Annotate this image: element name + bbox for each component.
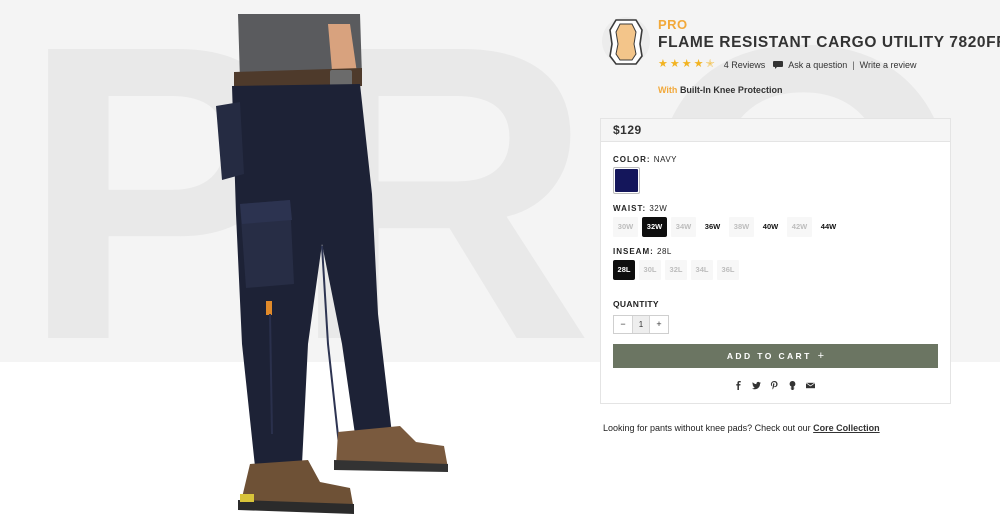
pinterest-icon[interactable] — [770, 381, 779, 390]
star-icon: ★ — [669, 58, 680, 70]
waist-option[interactable]: 42W — [787, 217, 812, 237]
waist-option[interactable]: 36W — [700, 217, 725, 237]
swatch-fill — [615, 169, 638, 192]
footer-text: Looking for pants without knee pads? Che… — [603, 423, 811, 433]
waist-value: 32W — [649, 204, 668, 213]
email-icon[interactable] — [806, 381, 815, 390]
plus-icon: + — [817, 350, 825, 362]
waist-option[interactable]: 44W — [816, 217, 841, 237]
feature-line: With Built-In Knee Protection — [658, 85, 782, 95]
rating-row: ★ ★ ★ ★ ✭ 4 Reviews Ask a question | Wri… — [658, 59, 916, 70]
quantity-decrease-button[interactable]: − — [614, 316, 632, 333]
facebook-icon[interactable] — [734, 381, 743, 390]
inseam-value: 28L — [657, 247, 672, 256]
reviews-link[interactable]: 4 Reviews — [724, 60, 766, 70]
star-rating[interactable]: ★ ★ ★ ★ ✭ — [658, 59, 715, 70]
inseam-option[interactable]: 32L — [665, 260, 687, 280]
quantity-input[interactable]: 1 — [632, 316, 650, 333]
waist-option[interactable]: 32W — [642, 217, 667, 237]
core-collection-link[interactable]: Core Collection — [813, 423, 880, 433]
price: $129 — [601, 119, 950, 142]
half-star-icon: ✭ — [705, 58, 715, 70]
quantity-stepper: − 1 + — [613, 315, 669, 334]
inseam-size-options: 28L 30L 32L 34L 36L — [613, 260, 739, 280]
quantity-label: QUANTITY — [613, 299, 659, 309]
waist-option[interactable]: 38W — [729, 217, 754, 237]
feature-text: Built-In Knee Protection — [679, 85, 783, 95]
brand-label: PRO — [658, 17, 688, 32]
color-swatch-navy[interactable] — [613, 167, 640, 194]
waist-label-row: WAIST: 32W — [613, 204, 667, 213]
twitter-icon[interactable] — [752, 381, 761, 390]
ask-question-link[interactable]: Ask a question — [788, 60, 847, 70]
chat-bubble-icon — [773, 60, 784, 69]
purchase-options-card: $129 COLOR: NAVY WAIST: 32W 30W 32W 34W … — [600, 118, 951, 404]
inseam-option[interactable]: 34L — [691, 260, 713, 280]
share-links — [734, 381, 815, 390]
star-icon: ★ — [693, 58, 704, 70]
inseam-label-row: INSEAM: 28L — [613, 247, 672, 256]
inseam-option[interactable]: 28L — [613, 260, 635, 280]
inseam-option[interactable]: 30L — [639, 260, 661, 280]
waist-option[interactable]: 34W — [671, 217, 696, 237]
inseam-option[interactable]: 36L — [717, 260, 739, 280]
fancy-icon[interactable] — [788, 381, 797, 390]
star-icon: ★ — [658, 58, 668, 70]
color-label-row: COLOR: NAVY — [613, 155, 677, 164]
color-label: COLOR: — [613, 155, 651, 164]
waist-option[interactable]: 30W — [613, 217, 638, 237]
feature-prefix: With — [658, 85, 678, 95]
write-review-link[interactable]: Write a review — [860, 60, 917, 70]
inseam-label: INSEAM: — [613, 247, 654, 256]
waist-size-options: 30W 32W 34W 36W 38W 40W 42W 44W — [613, 217, 841, 237]
product-image — [216, 14, 448, 514]
add-to-cart-label: ADD TO CART — [726, 351, 812, 361]
waist-option[interactable]: 40W — [758, 217, 783, 237]
knee-pad-badge-icon — [602, 17, 650, 65]
waist-label: WAIST: — [613, 204, 647, 213]
product-title: FLAME RESISTANT CARGO UTILITY 7820FR-PRO — [658, 34, 1000, 51]
footer-note: Looking for pants without knee pads? Che… — [603, 423, 880, 433]
color-value: NAVY — [653, 155, 677, 164]
star-icon: ★ — [681, 58, 692, 70]
link-separator: | — [852, 59, 855, 70]
add-to-cart-button[interactable]: ADD TO CART + — [613, 344, 938, 368]
quantity-increase-button[interactable]: + — [650, 316, 668, 333]
